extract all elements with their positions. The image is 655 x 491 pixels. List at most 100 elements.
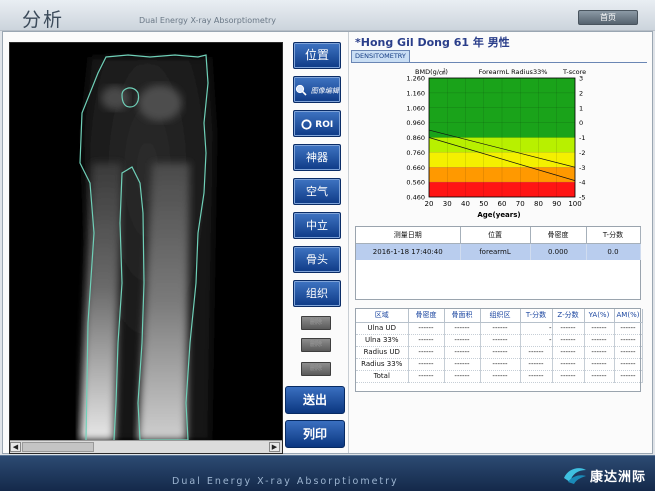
res-header-tissue: 组织区 <box>480 309 521 323</box>
res-header-bone-area: 骨面积 <box>444 309 481 323</box>
magnifier-icon <box>296 84 307 96</box>
res-cell: ------ <box>552 346 585 359</box>
res-cell: ------ <box>444 370 481 383</box>
home-button[interactable]: 首页 <box>578 10 638 25</box>
res-header-region: 区域 <box>356 309 409 323</box>
position-button[interactable]: 位置 <box>293 42 341 69</box>
results-table: 区域 骨密度 骨面积 组织区 T-分数 Z-分数 YA(%) AM(%) Uln… <box>355 308 643 392</box>
res-cell: ------ <box>584 370 615 383</box>
x-tick-label: 60 <box>498 200 507 208</box>
res-cell: ------ <box>614 358 643 371</box>
res-cell: ------ <box>520 358 553 371</box>
res-cell: ------ <box>408 346 445 359</box>
res-header-ya: YA(%) <box>584 309 615 323</box>
patient-info: *Hong Gil Dong 61 年 男性 <box>355 34 510 50</box>
res-cell: ------ <box>584 346 615 359</box>
res-cell: ------ <box>444 346 481 359</box>
chart-xlabel: Age(years) <box>477 211 520 219</box>
res-cell: ------ <box>408 358 445 371</box>
x-tick-label: 30 <box>443 200 452 208</box>
measurement-table: 测量日期 位置 骨密度 T-分数 2016-1-18 17:40:40 fore… <box>355 226 641 300</box>
patient-age: 61 <box>453 36 469 49</box>
x-tick-label: 40 <box>461 200 470 208</box>
xray-image-viewer[interactable]: ◀ ▶ <box>9 42 283 454</box>
y2-tick-label: -2 <box>579 149 585 157</box>
artifact-button[interactable]: 神器 <box>293 144 341 171</box>
neutral-button[interactable]: 中立 <box>293 212 341 239</box>
tissue-button[interactable]: 组织 <box>293 280 341 307</box>
res-header-am: AM(%) <box>614 309 643 323</box>
res-cell: ------ <box>584 358 615 371</box>
res-cell: ------ <box>614 322 643 335</box>
res-cell: ------ <box>408 334 445 347</box>
meas-site: forearmL <box>460 243 531 260</box>
res-header-bmd: 骨密度 <box>408 309 445 323</box>
res-cell: - <box>520 322 553 335</box>
roi-label: ROI <box>315 120 334 130</box>
res-cell: Ulna UD <box>356 322 409 335</box>
forearm-scan-image <box>10 43 282 440</box>
y-tick-label: 0.960 <box>406 119 425 127</box>
disabled-button-1[interactable]: 删除 <box>301 316 331 330</box>
table-row: Ulna 33% ------ ------ ------ - ------ -… <box>356 334 643 347</box>
patient-age-unit: 年 <box>472 36 484 49</box>
bone-label: 骨头 <box>306 253 328 266</box>
main-panel: ◀ ▶ 位置 图像编辑 ROI 神器 空气 中立 骨头 组织 删除 删除 删除 … <box>2 31 653 454</box>
table-row[interactable]: 2016-1-18 17:40:40 forearmL 0.000 0.0 <box>356 243 641 260</box>
print-button[interactable]: 列印 <box>285 420 345 448</box>
send-button[interactable]: 送出 <box>285 386 345 414</box>
horizontal-scrollbar[interactable]: ◀ ▶ <box>10 440 282 453</box>
y-tick-label: 0.560 <box>406 179 425 187</box>
res-cell: Total <box>356 370 409 383</box>
res-cell: ------ <box>552 370 585 383</box>
res-cell: ------ <box>552 334 585 347</box>
y2-tick-label: -1 <box>579 134 585 142</box>
res-header-tscore: T-分数 <box>520 309 553 323</box>
roi-button[interactable]: ROI <box>293 110 341 137</box>
bmd-chart: 20 30 40 50 60 70 80 90 100 1.260 1.160 1.060 0.960 0… <box>349 66 649 226</box>
y-tick-label: 1.160 <box>406 89 425 97</box>
x-tick-label: 90 <box>552 200 561 208</box>
y2-tick-label: -3 <box>579 164 585 172</box>
y2-tick-label: -4 <box>579 179 585 187</box>
res-cell: ------ <box>444 334 481 347</box>
res-header-zscore: Z-分数 <box>552 309 585 323</box>
res-cell: ------ <box>614 370 643 383</box>
image-edit-button[interactable]: 图像编辑 <box>293 76 341 103</box>
artifact-label: 神器 <box>306 151 328 164</box>
chart-ylabel: BMD(g/㎠) <box>415 67 448 76</box>
y2-tick-label: 2 <box>579 89 583 97</box>
res-cell: ------ <box>584 334 615 347</box>
scroll-thumb[interactable] <box>22 442 94 452</box>
results-panel: *Hong Gil Dong 61 年 男性 DENSITOMETRY 20 30… <box>348 32 652 453</box>
y2-tick-label: -5 <box>579 194 585 202</box>
x-tick-label: 50 <box>479 200 488 208</box>
res-cell: ------ <box>444 322 481 335</box>
tab-densitometry[interactable]: DENSITOMETRY <box>351 50 410 62</box>
y-tick-label: 0.760 <box>406 149 425 157</box>
scroll-right-icon[interactable]: ▶ <box>269 442 280 452</box>
disabled-button-2[interactable]: 删除 <box>301 338 331 352</box>
disabled-button-3[interactable]: 删除 <box>301 362 331 376</box>
meas-tscore: 0.0 <box>586 243 641 260</box>
meas-bmd: 0.000 <box>530 243 587 260</box>
x-tick-label: 80 <box>534 200 543 208</box>
table-row: Radius 33% ------ ------ ------ ------ -… <box>356 358 643 371</box>
res-cell: Radius 33% <box>356 358 409 371</box>
y-tick-label: 1.060 <box>406 104 425 112</box>
brand-name: 康达洲际 <box>590 470 647 485</box>
app-title: 分析 <box>22 9 65 31</box>
meas-header-bmd: 骨密度 <box>530 227 587 244</box>
table-row: Radius UD ------ ------ ------ ------ --… <box>356 346 643 359</box>
footer-text: Dual Energy X-ray Absorptiometry <box>172 476 399 487</box>
air-button[interactable]: 空气 <box>293 178 341 205</box>
scroll-left-icon[interactable]: ◀ <box>10 442 21 452</box>
res-cell: ------ <box>444 358 481 371</box>
res-cell: ------ <box>480 346 521 359</box>
bone-button[interactable]: 骨头 <box>293 246 341 273</box>
res-cell: ------ <box>480 334 521 347</box>
res-cell: ------ <box>520 346 553 359</box>
x-tick-label: 20 <box>425 200 434 208</box>
image-edit-label: 图像编辑 <box>310 87 339 95</box>
y-tick-label: 0.660 <box>406 164 425 172</box>
